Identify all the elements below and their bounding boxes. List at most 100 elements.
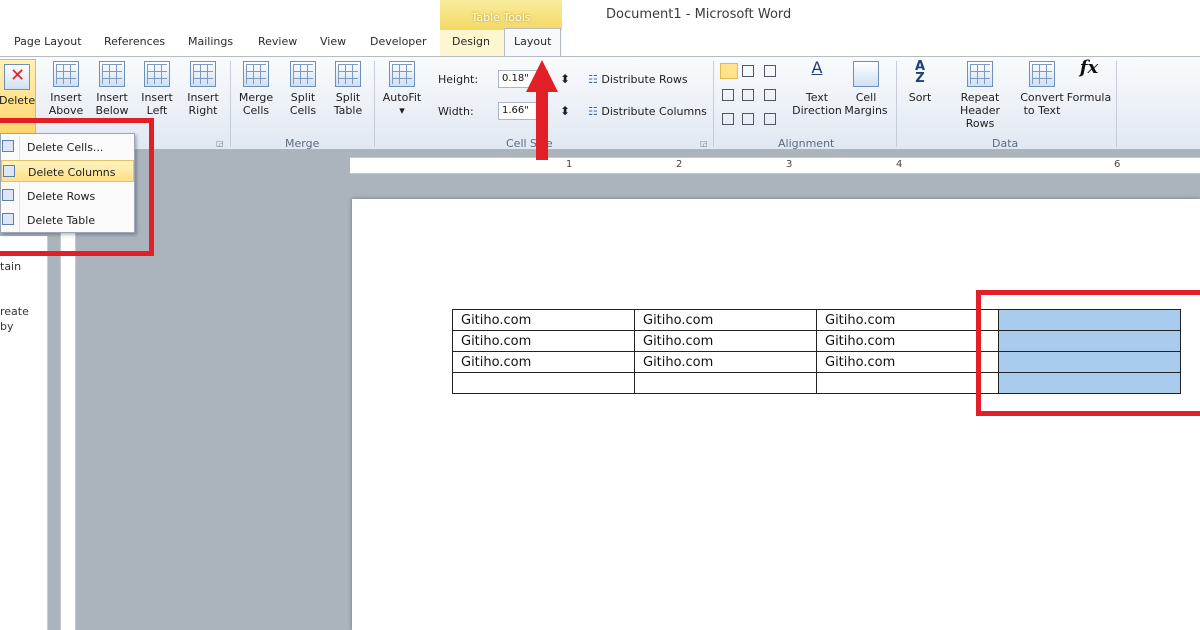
insert-below-button[interactable]: Insert Below <box>92 61 132 117</box>
table-cell[interactable]: Gitiho.com <box>634 330 817 352</box>
table-cell[interactable]: Gitiho.com <box>816 330 999 352</box>
distribute-rows-button[interactable]: ☷ Distribute Rows <box>588 73 688 86</box>
merge-cells-label: Merge <box>238 91 274 104</box>
split-table-button[interactable]: Split Table <box>328 61 368 117</box>
cell-margins-label: Cell <box>855 91 877 104</box>
merge-cells-icon <box>243 61 269 87</box>
group-separator <box>230 61 231 147</box>
tab-review[interactable]: Review <box>258 35 297 48</box>
tab-page-layout[interactable]: Page Layout <box>14 35 82 48</box>
table-cell[interactable]: Gitiho.com <box>452 330 635 352</box>
ruler-number: 2 <box>676 159 683 170</box>
ribbon-tabs: Page Layout References Mailings Review V… <box>0 28 1200 56</box>
align-bottom-right-button[interactable] <box>764 113 776 125</box>
split-cells-label: Split <box>290 91 316 104</box>
group-separator <box>1116 61 1117 147</box>
alignment-grid <box>720 63 784 129</box>
sort-az-icon: AZ <box>914 59 926 86</box>
sort-button[interactable]: AZ Sort <box>904 59 936 104</box>
text-direction-label-2: Direction <box>792 104 842 117</box>
height-spinner-icon[interactable]: ⬍ <box>560 72 570 86</box>
tab-references[interactable]: References <box>104 35 165 48</box>
split-table-label-2: Table <box>333 104 363 117</box>
data-group-label: Data <box>992 137 1019 150</box>
align-center-button[interactable] <box>742 89 754 101</box>
tab-view[interactable]: View <box>320 35 346 48</box>
insert-right-icon <box>190 61 216 87</box>
insert-left-label: Insert <box>141 91 173 104</box>
delete-icon: ✕ <box>4 64 30 90</box>
rows-columns-launcher-icon[interactable]: ◲ <box>216 139 225 148</box>
width-spinner-icon[interactable]: ⬍ <box>560 104 570 118</box>
table-cell[interactable]: Gitiho.com <box>634 351 817 373</box>
chevron-down-icon: ▾ <box>399 104 405 117</box>
ruler-number: 1 <box>566 159 573 170</box>
table-cell[interactable]: Gitiho.com <box>816 351 999 373</box>
align-top-right-button[interactable] <box>764 65 776 77</box>
table-cell[interactable]: Gitiho.com <box>816 309 999 331</box>
tab-design[interactable]: Design <box>452 35 490 48</box>
repeat-header-icon <box>967 61 993 87</box>
group-separator <box>374 61 375 147</box>
align-bottom-center-button[interactable] <box>742 113 754 125</box>
tab-mailings[interactable]: Mailings <box>188 35 233 48</box>
nav-pane-text: tain <box>0 260 22 273</box>
text-direction-button[interactable]: A Text Direction <box>790 60 844 118</box>
insert-below-label-2: Below <box>95 104 129 117</box>
table-cell[interactable]: Gitiho.com <box>634 309 817 331</box>
insert-below-label: Insert <box>96 91 128 104</box>
repeat-header-label: Repeat <box>960 91 1000 104</box>
horizontal-ruler[interactable]: 1 2 3 4 6 <box>350 157 1200 174</box>
align-center-left-button[interactable] <box>722 89 734 101</box>
merge-cells-label-2: Cells <box>242 104 270 117</box>
split-cells-button[interactable]: Split Cells <box>283 61 323 117</box>
convert-to-text-button[interactable]: Convert to Text <box>1018 61 1066 117</box>
insert-above-button[interactable]: Insert Above <box>46 61 86 117</box>
align-top-center-button[interactable] <box>742 65 754 77</box>
formula-label: Formula <box>1066 91 1112 104</box>
height-label: Height: <box>438 73 479 86</box>
ruler-number: 6 <box>1114 159 1121 170</box>
nav-pane-text: by <box>0 320 14 333</box>
group-separator <box>713 61 714 147</box>
table-cell[interactable] <box>452 372 635 394</box>
tab-developer[interactable]: Developer <box>370 35 427 48</box>
distribute-columns-button[interactable]: ☷ Distribute Columns <box>588 105 707 118</box>
table-cell[interactable]: Gitiho.com <box>452 309 635 331</box>
cell-size-launcher-icon[interactable]: ◲ <box>700 139 709 148</box>
cell-margins-icon <box>853 61 879 87</box>
nav-pane-text: reate <box>0 305 29 318</box>
merge-group-label: Merge <box>285 137 320 150</box>
split-cells-icon <box>290 61 316 87</box>
merge-cells-button[interactable]: Merge Cells <box>236 61 276 117</box>
split-cells-label-2: Cells <box>289 104 317 117</box>
ruler-number: 3 <box>786 159 793 170</box>
table-cell[interactable]: Gitiho.com <box>452 351 635 373</box>
autofit-icon <box>389 61 415 87</box>
align-top-left-button[interactable] <box>720 63 738 79</box>
tab-layout[interactable]: Layout <box>514 35 551 48</box>
insert-left-button[interactable]: Insert Left <box>137 61 177 117</box>
insert-right-label: Insert <box>187 91 219 104</box>
convert-label: Convert <box>1020 91 1064 104</box>
navigation-pane: tain reate by <box>0 236 48 630</box>
align-bottom-left-button[interactable] <box>722 113 734 125</box>
table-cell[interactable] <box>634 372 817 394</box>
autofit-button[interactable]: AutoFit ▾ <box>380 61 424 117</box>
ruler-number: 4 <box>896 159 903 170</box>
red-arrow-icon <box>526 60 558 160</box>
delete-highlight-box <box>0 118 154 256</box>
convert-label-2: to Text <box>1023 104 1061 117</box>
align-center-right-button[interactable] <box>764 89 776 101</box>
table-cell[interactable] <box>816 372 999 394</box>
insert-above-label: Insert <box>50 91 82 104</box>
distribute-rows-icon: ☷ <box>588 73 602 86</box>
repeat-header-rows-button[interactable]: Repeat Header Rows <box>944 61 1016 130</box>
delete-label: Delete <box>0 94 36 107</box>
cell-margins-button[interactable]: Cell Margins <box>842 61 890 117</box>
cell-margins-label-2: Margins <box>844 104 888 117</box>
width-label: Width: <box>438 105 474 118</box>
insert-right-button[interactable]: Insert Right <box>183 61 223 117</box>
selected-column-highlight-box <box>976 290 1200 416</box>
formula-button[interactable]: fx Formula <box>1066 59 1112 105</box>
